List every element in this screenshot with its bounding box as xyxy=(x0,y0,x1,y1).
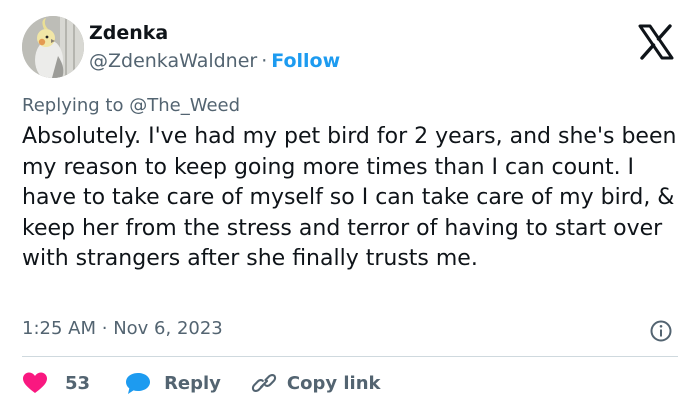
copy-link-button[interactable]: Copy link xyxy=(251,371,381,395)
timestamp-separator: · xyxy=(101,318,108,339)
reply-label: Reply xyxy=(164,372,221,394)
replying-prefix: Replying to xyxy=(22,95,124,116)
info-icon[interactable] xyxy=(649,319,673,343)
replying-to: Replying to @The_Weed xyxy=(22,95,240,116)
handle-separator: · xyxy=(261,50,268,72)
reply-bubble-icon xyxy=(126,373,151,394)
link-icon xyxy=(251,373,277,393)
x-logo-icon[interactable] xyxy=(634,20,678,64)
avatar[interactable] xyxy=(22,16,84,78)
reply-mention-link[interactable]: @The_Weed xyxy=(129,95,240,116)
like-button[interactable]: 53 xyxy=(22,371,90,395)
reply-button[interactable]: Reply xyxy=(124,371,221,395)
heart-icon xyxy=(23,372,47,393)
tweet-time: 1:25 AM xyxy=(22,318,96,339)
follow-button[interactable]: Follow xyxy=(271,50,340,72)
like-count: 53 xyxy=(65,372,91,394)
tweet-card: Zdenka @ZdenkaWaldner · Follow Replying to… xyxy=(0,0,700,410)
tweet-timestamp[interactable]: 1:25 AM · Nov 6, 2023 xyxy=(22,318,223,339)
cockatiel-avatar-icon xyxy=(22,16,84,78)
action-bar: 53 Reply Copy link xyxy=(22,366,381,400)
author-handle-row: @ZdenkaWaldner · Follow xyxy=(89,50,340,72)
tweet-text: Absolutely. I've had my pet bird for 2 y… xyxy=(22,124,677,271)
author-name[interactable]: Zdenka xyxy=(89,22,168,44)
author-handle[interactable]: @ZdenkaWaldner xyxy=(89,50,257,72)
tweet-date: Nov 6, 2023 xyxy=(113,318,223,339)
copy-link-label: Copy link xyxy=(286,372,381,394)
divider xyxy=(22,356,678,357)
